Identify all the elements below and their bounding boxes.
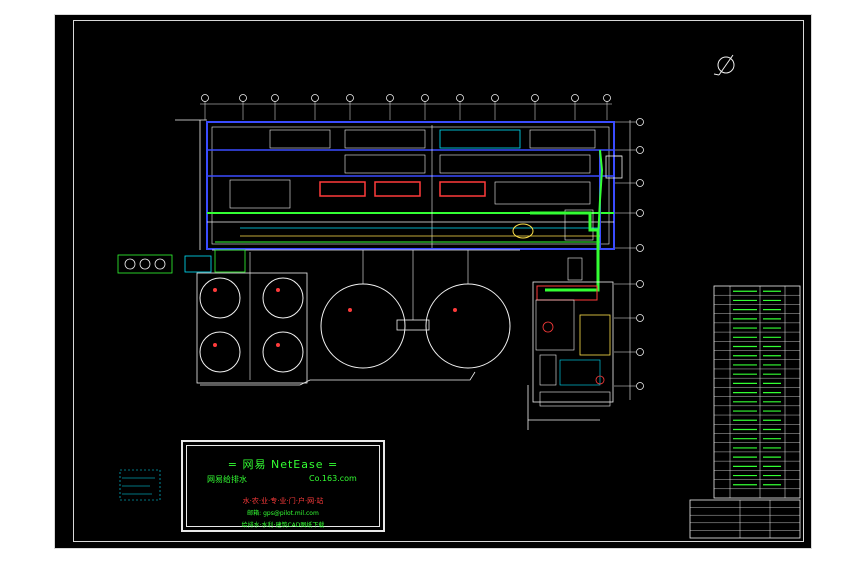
tank-large-2	[425, 283, 511, 369]
axis-marker	[346, 94, 354, 102]
axis-marker	[491, 94, 499, 102]
axis-marker	[531, 94, 539, 102]
tank-small-1	[199, 277, 241, 319]
axis-marker	[239, 94, 247, 102]
tank-small-4	[262, 331, 304, 373]
tank-small-2	[262, 277, 304, 319]
axis-marker	[603, 94, 611, 102]
axis-marker	[636, 179, 644, 187]
logo-site: Co.163.com	[309, 474, 357, 483]
equipment-legend-table	[713, 285, 801, 499]
annex-building	[527, 257, 614, 430]
axis-grid-top	[200, 94, 612, 120]
site-plan-drawing	[117, 54, 801, 539]
logo-footer: 给排水·水利·建筑CAD图纸下载	[241, 522, 325, 529]
axis-marker	[311, 94, 319, 102]
axis-marker	[421, 94, 429, 102]
axis-marker	[571, 94, 579, 102]
pipeline-route	[212, 211, 600, 292]
axis-grid-right	[614, 118, 644, 400]
cad-drawing-viewport: = 网易 NetEase = 网易给排水 Co.163.com 水·农·业·专·…	[0, 0, 867, 562]
drawing-title-block	[689, 499, 801, 539]
tank-large-1	[320, 283, 406, 369]
axis-marker	[386, 94, 394, 102]
axis-marker	[271, 94, 279, 102]
logo-subtitle: 网易给排水	[207, 475, 247, 484]
logo-inner-frame: = 网易 NetEase = 网易给排水 Co.163.com 水·农·业·专·…	[186, 445, 380, 529]
axis-marker	[636, 348, 644, 356]
axis-marker	[636, 314, 644, 322]
annotation-block	[119, 469, 161, 501]
tank-group	[196, 250, 511, 386]
north-arrow-icon	[713, 54, 735, 76]
logo-title: = 网易 NetEase =	[227, 458, 339, 471]
pump-units	[117, 249, 246, 274]
logo-tagline: 水·农·业·专·业·门·户·网·站	[242, 497, 324, 505]
axis-marker	[636, 146, 644, 154]
tank-small-3	[199, 331, 241, 373]
netease-logo-stamp: = 网易 NetEase = 网易给排水 Co.163.com 水·农·业·专·…	[181, 440, 385, 532]
main-building	[175, 119, 623, 250]
logo-email: 邮箱: gps@pilot.mil.com	[247, 510, 319, 517]
axis-marker	[636, 280, 644, 288]
axis-marker	[636, 382, 644, 390]
axis-marker	[456, 94, 464, 102]
axis-marker	[636, 209, 644, 217]
axis-marker	[636, 244, 644, 252]
axis-marker	[636, 118, 644, 126]
axis-marker	[201, 94, 209, 102]
